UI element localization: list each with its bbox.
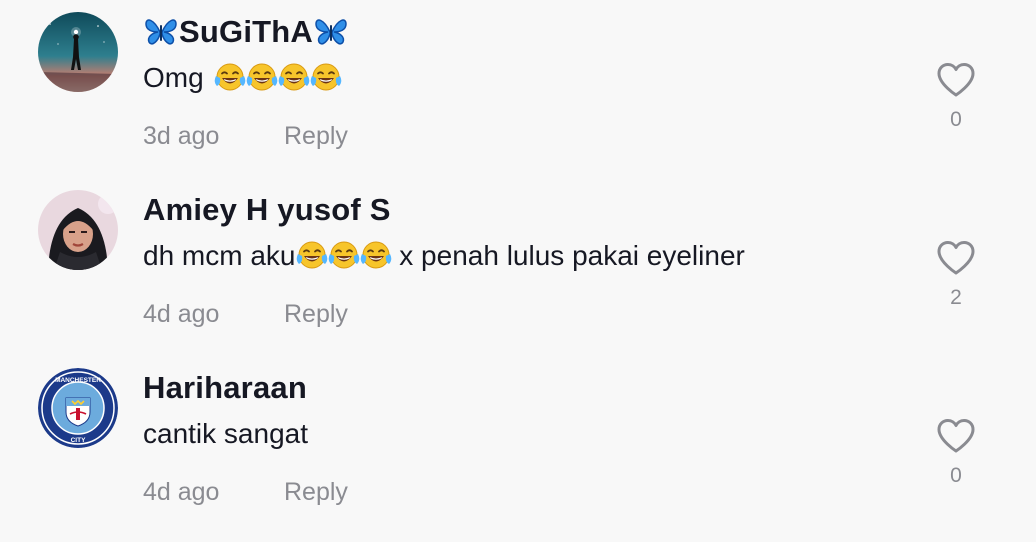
tears-of-joy-emoji-icon: [360, 240, 392, 272]
like-button[interactable]: 0: [936, 418, 976, 488]
hijab-woman-portrait-avatar: [38, 190, 118, 270]
like-count: 2: [950, 286, 962, 309]
username[interactable]: Hariharaan: [143, 370, 307, 406]
username[interactable]: Amiey H yusof S: [143, 192, 391, 228]
reply-button[interactable]: Reply: [284, 478, 348, 506]
tears-of-joy-emoji-icon: [246, 62, 278, 94]
like-count: 0: [950, 108, 962, 131]
comment-item: Amiey H yusof S dh mcm aku x penah lulus…: [0, 178, 1036, 356]
comment-text: cantik sangat: [143, 418, 308, 450]
tears-of-joy-emoji-icon: [278, 62, 310, 94]
avatar[interactable]: [38, 190, 118, 270]
comment-date: 3d ago: [143, 122, 220, 150]
tears-of-joy-emoji-icon: [328, 240, 360, 272]
comment-text: Omg: [143, 62, 342, 94]
username-text: Amiey H yusof S: [143, 192, 391, 227]
comment-meta: 4d ago Reply: [143, 300, 348, 329]
crest-bottom-text: CITY: [71, 437, 86, 444]
heart-icon[interactable]: [936, 418, 976, 454]
comment-text: dh mcm aku x penah lulus pakai eyeliner: [143, 240, 745, 272]
comment-text-content: cantik sangat: [143, 418, 308, 449]
username[interactable]: SuGiThA: [143, 14, 349, 50]
comment-text-content: Omg: [143, 62, 204, 93]
username-text: SuGiThA: [179, 14, 313, 49]
manchester-city-crest-avatar: MANCHESTER CITY: [38, 368, 118, 448]
comment-text-content: x penah lulus pakai eyeliner: [391, 240, 745, 271]
tears-of-joy-emoji-icon: [310, 62, 342, 94]
butterfly-icon: [144, 17, 178, 47]
comment-date: 4d ago: [143, 478, 220, 506]
heart-icon[interactable]: [936, 240, 976, 276]
reply-button[interactable]: Reply: [284, 300, 348, 328]
heart-icon[interactable]: [936, 62, 976, 98]
like-count: 0: [950, 464, 962, 487]
comment-date: 4d ago: [143, 300, 220, 328]
silhouette-starry-sky-avatar: [38, 12, 118, 92]
tears-of-joy-emoji-icon: [296, 240, 328, 272]
avatar[interactable]: [38, 12, 118, 92]
crest-top-text: MANCHESTER: [55, 377, 101, 384]
comment-meta: 3d ago Reply: [143, 122, 348, 151]
tears-of-joy-emoji-icon: [214, 62, 246, 94]
comment-meta: 4d ago Reply: [143, 478, 348, 507]
comment-text-content: dh mcm aku: [143, 240, 296, 271]
reply-button[interactable]: Reply: [284, 122, 348, 150]
avatar[interactable]: MANCHESTER CITY: [38, 368, 118, 448]
butterfly-icon: [314, 17, 348, 47]
comment-item: MANCHESTER CITY Hariharaan cantik sangat…: [0, 356, 1036, 534]
username-text: Hariharaan: [143, 370, 307, 405]
comment-item: SuGiThA Omg 3d ago Reply 0: [0, 0, 1036, 178]
emoji-group: [214, 62, 342, 94]
like-button[interactable]: 0: [936, 62, 976, 132]
emoji-group: [296, 240, 392, 272]
like-button[interactable]: 2: [936, 240, 976, 310]
